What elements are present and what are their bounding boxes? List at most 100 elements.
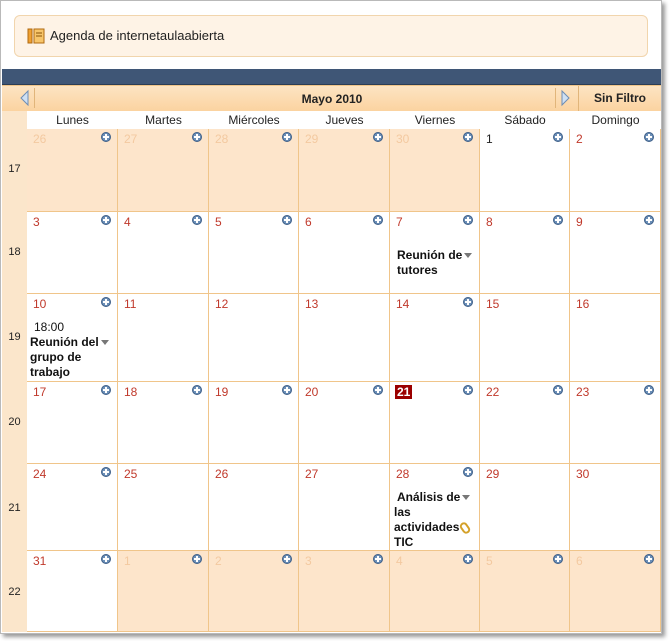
day-cell[interactable]: 4 — [118, 212, 209, 294]
day-cell[interactable]: 2 — [570, 129, 661, 212]
add-event-icon[interactable] — [373, 554, 383, 564]
dropdown-caret-icon[interactable] — [464, 253, 473, 259]
day-cell[interactable]: 10 18:00 Reunión del grupo de trabajo — [27, 294, 118, 382]
day-cell[interactable]: 1 — [480, 129, 570, 212]
add-event-icon[interactable] — [101, 132, 111, 142]
add-event-icon[interactable] — [644, 132, 654, 142]
add-event-icon[interactable] — [282, 554, 292, 564]
dropdown-caret-icon[interactable] — [462, 495, 471, 501]
add-event-icon[interactable] — [192, 215, 202, 225]
day-cell[interactable]: 12 — [209, 294, 299, 382]
add-event-icon[interactable] — [463, 297, 473, 307]
day-cell[interactable]: 27 — [118, 129, 209, 212]
day-cell[interactable]: 30 — [390, 129, 480, 212]
day-cell[interactable]: 22 — [480, 382, 570, 464]
day-number: 18 — [124, 385, 138, 399]
week-number: 18 — [8, 246, 21, 258]
day-cell[interactable]: 24 — [27, 464, 118, 551]
day-cell[interactable]: 25 — [118, 464, 209, 551]
day-cell[interactable]: 17 — [27, 382, 118, 464]
day-number: 15 — [486, 297, 500, 311]
day-number: 2 — [576, 132, 583, 146]
add-event-icon[interactable] — [282, 215, 292, 225]
add-event-icon[interactable] — [553, 215, 563, 225]
day-cell[interactable]: 13 — [299, 294, 390, 382]
add-event-icon[interactable] — [192, 385, 202, 395]
event-title-line: Análisis de — [397, 490, 461, 504]
next-month-button[interactable] — [555, 88, 574, 108]
day-number: 5 — [486, 554, 493, 568]
day-cell[interactable]: 30 — [570, 464, 661, 551]
calendar-event[interactable]: Análisis de las actividades TIC — [394, 490, 478, 550]
add-event-icon[interactable] — [101, 297, 111, 307]
add-event-icon[interactable] — [644, 215, 654, 225]
add-event-icon[interactable] — [192, 554, 202, 564]
filter-button[interactable]: Sin Filtro — [578, 86, 661, 111]
day-cell[interactable]: 14 — [390, 294, 480, 382]
day-number: 25 — [124, 467, 138, 481]
day-cell[interactable]: 16 — [570, 294, 661, 382]
day-cell[interactable]: 15 — [480, 294, 570, 382]
day-number: 28 — [396, 467, 410, 481]
weekday-sun: Domingo — [591, 113, 640, 127]
add-event-icon[interactable] — [101, 467, 111, 477]
weekday-sat: Sábado — [504, 113, 546, 127]
day-cell[interactable]: 3 — [299, 551, 390, 632]
day-cell[interactable]: 29 — [480, 464, 570, 551]
add-event-icon[interactable] — [553, 554, 563, 564]
day-cell[interactable]: 26 — [27, 129, 118, 212]
day-cell[interactable]: 9 — [570, 212, 661, 294]
week-row: 18 3 4 5 6 7 Reunión de tutores 8 9 — [2, 212, 661, 294]
add-event-icon[interactable] — [553, 132, 563, 142]
add-event-icon[interactable] — [463, 385, 473, 395]
day-cell[interactable]: 5 — [209, 212, 299, 294]
add-event-icon[interactable] — [644, 554, 654, 564]
add-event-icon[interactable] — [644, 385, 654, 395]
add-event-icon[interactable] — [463, 554, 473, 564]
day-cell[interactable]: 28 Análisis de las actividades TIC — [390, 464, 480, 551]
add-event-icon[interactable] — [101, 385, 111, 395]
add-event-icon[interactable] — [282, 132, 292, 142]
day-cell[interactable]: 20 — [299, 382, 390, 464]
calendar-nav-bar: Mayo 2010 Sin Filtro — [2, 85, 661, 112]
add-event-icon[interactable] — [373, 132, 383, 142]
day-cell[interactable]: 19 — [209, 382, 299, 464]
day-number: 23 — [576, 385, 590, 399]
calendar-event[interactable]: 18:00 Reunión del grupo de trabajo — [30, 320, 116, 380]
day-cell-today[interactable]: 21 — [390, 382, 480, 464]
day-cell[interactable]: 3 — [27, 212, 118, 294]
day-cell[interactable]: 29 — [299, 129, 390, 212]
day-cell[interactable]: 8 — [480, 212, 570, 294]
day-number: 1 — [486, 132, 493, 146]
add-event-icon[interactable] — [101, 215, 111, 225]
day-cell[interactable]: 18 — [118, 382, 209, 464]
calendar-event[interactable]: Reunión de tutores — [397, 248, 477, 278]
add-event-icon[interactable] — [192, 132, 202, 142]
weekday-mon: Lunes — [56, 113, 89, 127]
day-cell[interactable]: 28 — [209, 129, 299, 212]
day-cell[interactable]: 11 — [118, 294, 209, 382]
add-event-icon[interactable] — [553, 385, 563, 395]
day-cell[interactable]: 26 — [209, 464, 299, 551]
day-cell[interactable]: 6 — [299, 212, 390, 294]
add-event-icon[interactable] — [373, 215, 383, 225]
add-event-icon[interactable] — [463, 132, 473, 142]
add-event-icon[interactable] — [463, 467, 473, 477]
day-cell[interactable]: 2 — [209, 551, 299, 632]
day-cell[interactable]: 1 — [118, 551, 209, 632]
dropdown-caret-icon[interactable] — [100, 340, 109, 346]
day-cell[interactable]: 6 — [570, 551, 661, 632]
day-cell[interactable]: 27 — [299, 464, 390, 551]
prev-month-button[interactable] — [16, 88, 35, 108]
day-cell[interactable]: 4 — [390, 551, 480, 632]
day-cell[interactable]: 31 — [27, 551, 118, 632]
day-cell[interactable]: 7 Reunión de tutores — [390, 212, 480, 294]
day-cell[interactable]: 23 — [570, 382, 661, 464]
add-event-icon[interactable] — [463, 215, 473, 225]
add-event-icon[interactable] — [101, 554, 111, 564]
add-event-icon[interactable] — [282, 385, 292, 395]
agenda-title: Agenda de internetaulaabierta — [50, 28, 225, 43]
day-number: 9 — [576, 215, 583, 229]
add-event-icon[interactable] — [373, 385, 383, 395]
day-cell[interactable]: 5 — [480, 551, 570, 632]
